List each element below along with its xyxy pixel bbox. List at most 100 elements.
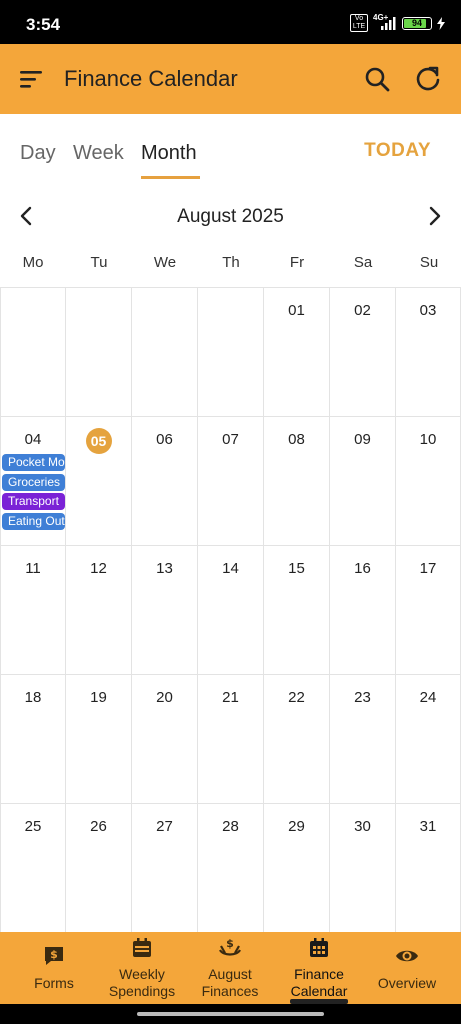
status-bar: 3:54 Vo LTE 4G+ 94 [0,0,461,44]
search-icon[interactable] [364,66,390,92]
today-button[interactable]: TODAY [364,140,431,162]
calendar-day-cell[interactable]: 05 [66,416,132,545]
calendar-day-cell[interactable]: 27 [132,803,198,932]
month-navigator: August 2025 [0,196,461,236]
calendar-day-cell[interactable]: 31 [396,803,461,932]
tab-week[interactable]: Week [73,142,124,165]
calendar-day-cell[interactable] [66,287,132,416]
nav-august-finances[interactable]: $ August Finances [184,932,276,1004]
day-number: 31 [419,818,437,835]
nav-weekly-spendings[interactable]: Weekly Spendings [96,932,188,1004]
calendar-day-cell[interactable]: 06 [132,416,198,545]
calendar-day-cell[interactable]: 24 [396,674,461,803]
day-number: 28 [222,818,239,835]
day-number: 12 [90,560,107,577]
nav-label: Spendings [108,983,176,999]
day-number: 24 [419,689,437,706]
tab-day[interactable]: Day [20,142,56,165]
calendar-day-cell[interactable]: 28 [198,803,264,932]
calendar-day-cell[interactable]: 03 [396,287,461,416]
selected-day-badge: 05 [85,428,112,454]
day-number: 03 [419,302,437,319]
calendar-day-cell[interactable]: 25 [0,803,66,932]
nav-label: Overview [377,975,437,991]
calendar-day-cell[interactable]: 07 [198,416,264,545]
calendar-day-cell[interactable]: 16 [330,545,396,674]
weekday-label: Su [419,254,439,271]
event-chip[interactable]: Transport [2,493,65,510]
tab-month[interactable]: Month [141,142,197,165]
calendar-day-cell[interactable]: 21 [198,674,264,803]
nav-label: Weekly [119,966,165,982]
gesture-bar [0,1004,461,1024]
nav-forms[interactable]: $ Forms [8,932,100,1004]
day-number: 18 [24,689,42,706]
hand-dollar-icon: $ [218,936,242,960]
calendar-day-cell[interactable]: 19 [66,674,132,803]
calendar-day-cell[interactable]: 26 [66,803,132,932]
calendar-day-cell[interactable]: 11 [0,545,66,674]
day-number: 27 [156,818,173,835]
day-number: 09 [354,431,371,448]
day-number: 26 [90,818,107,835]
charging-icon [437,16,445,30]
volte-icon: Vo LTE [350,14,368,32]
weekday-header: Mo Tu We Th Fr Sa Su [0,254,461,276]
weekday-label: Sa [353,254,373,271]
refresh-icon[interactable] [414,65,442,93]
calendar-day-cell[interactable]: 08 [264,416,330,545]
calendar-day-cell[interactable]: 20 [132,674,198,803]
weekday-label: Mo [22,254,44,271]
calendar-day-cell[interactable] [0,287,66,416]
nav-label: Forms [34,975,74,991]
weekday-label: Tu [90,254,108,271]
day-number: 13 [156,560,173,577]
day-number: 23 [354,689,371,706]
calendar-day-cell[interactable]: 09 [330,416,396,545]
day-number: 14 [222,560,239,577]
calendar-day-cell[interactable]: 14 [198,545,264,674]
calendar-month-icon [307,936,331,960]
day-number: 25 [24,818,42,835]
calendar-day-cell[interactable]: 29 [264,803,330,932]
calendar-day-cell[interactable]: 15 [264,545,330,674]
chevron-right-icon[interactable] [427,206,443,226]
day-number: 19 [90,689,107,706]
calendar-day-cell[interactable] [198,287,264,416]
day-number: 11 [25,560,41,577]
day-number: 01 [288,302,305,319]
weekday-label: Th [222,254,240,271]
calendar-day-cell[interactable]: 18 [0,674,66,803]
eye-icon [395,944,419,968]
calendar-day-cell[interactable] [132,287,198,416]
calendar-day-cell[interactable]: 13 [132,545,198,674]
day-number: 04 [24,431,42,448]
calendar-day-cell[interactable]: 22 [264,674,330,803]
event-chip[interactable]: Groceries [2,473,65,491]
calendar-day-cell[interactable]: 30 [330,803,396,932]
day-number: 20 [156,689,173,706]
day-number: 30 [354,818,371,835]
nav-label: August [208,966,252,982]
active-tab-indicator [141,176,200,179]
nav-overview[interactable]: Overview [361,932,453,1004]
day-number: 07 [222,431,239,448]
calendar-day-cell[interactable]: 17 [396,545,461,674]
calendar-day-cell[interactable]: 04 Pocket Money Groceries Transport Eating O… [0,416,66,545]
day-number: 29 [288,818,305,835]
battery-icon: 94 [402,16,432,30]
calendar-day-cell[interactable]: 12 [66,545,132,674]
day-number: 02 [354,302,371,319]
event-chip[interactable]: Eating Out [2,512,65,530]
calendar-day-cell[interactable]: 02 [330,287,396,416]
month-label: August 2025 [177,206,284,227]
calendar-day-cell[interactable]: 23 [330,674,396,803]
calendar-week-icon [130,936,154,960]
calendar-day-cell[interactable]: 10 [396,416,461,545]
day-number: 17 [419,560,437,577]
calendar-day-cell[interactable]: 01 [264,287,330,416]
menu-icon[interactable] [20,69,44,89]
event-chip[interactable]: Pocket Money [2,454,65,471]
nav-finance-calendar[interactable]: Finance Calendar [273,932,365,1004]
nav-label: Finance [294,966,344,982]
